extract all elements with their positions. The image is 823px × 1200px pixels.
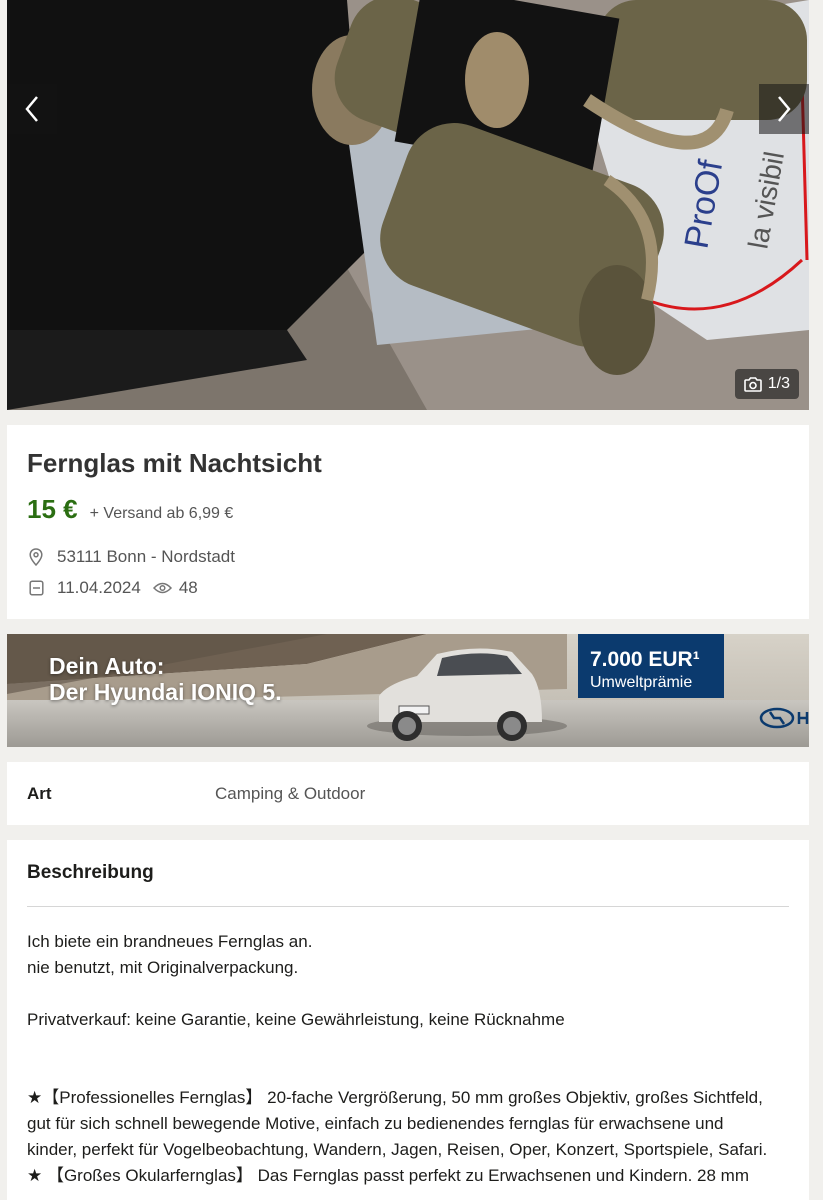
description-line: ★【Professionelles Fernglas】 20-fache Ver… [27, 1088, 763, 1107]
promo-amount: 7.000 EUR¹ [590, 648, 700, 671]
ad-banner[interactable]: Dein Auto: Der Hyundai IONIQ 5. 7.000 EU… [7, 634, 809, 747]
ad-headline: Dein Auto: Der Hyundai IONIQ 5. [49, 653, 282, 705]
calendar-icon [27, 579, 45, 597]
shipping-info: + Versand ab 6,99 € [89, 505, 234, 522]
description-line: kinder, perfekt für Vogelbeobachtung, Wa… [27, 1140, 768, 1159]
date-views-row: 11.04.2024 48 [27, 578, 198, 598]
ad-headline-line-1: Dein Auto: [49, 653, 165, 679]
product-photo: ProOf la visibil [7, 0, 809, 410]
price: 15 € [27, 494, 78, 524]
views-counter: 48 [153, 578, 198, 598]
chevron-left-icon [25, 96, 38, 122]
description-line: gut für sich schnell bewegende Motive, e… [27, 1114, 724, 1133]
description-line: nie benutzt, mit Originalverpackung. [27, 958, 299, 977]
next-image-button[interactable] [759, 84, 809, 134]
promo-label: Umweltprämie [590, 674, 693, 691]
eye-icon [153, 579, 173, 597]
description-heading: Beschreibung [27, 862, 154, 883]
promo-badge: 7.000 EUR¹ Umweltprämie [578, 634, 724, 698]
price-row: 15 € + Versand ab 6,99 € [27, 494, 233, 525]
listing-info-card: Fernglas mit Nachtsicht 15 € + Versand a… [7, 425, 809, 619]
previous-image-button[interactable] [7, 84, 57, 134]
description-line: Privatverkauf: keine Garantie, keine Gew… [27, 1010, 565, 1029]
location-pin-icon [27, 548, 45, 566]
attributes-card: Art Camping & Outdoor [7, 762, 809, 825]
divider [27, 906, 789, 907]
camera-icon [743, 376, 762, 392]
location-row[interactable]: 53111 Bonn - Nordstadt [27, 547, 235, 567]
chevron-right-icon [778, 96, 791, 122]
image-gallery[interactable]: ProOf la visibil 1/3 [7, 0, 809, 410]
image-counter-text: 1/3 [767, 375, 790, 392]
location-text: 53111 Bonn - Nordstadt [57, 547, 235, 566]
attribute-key: Art [27, 784, 52, 803]
listing-title: Fernglas mit Nachtsicht [27, 448, 322, 478]
description-line: ★ 【Großes Okularfernglas】 Das Fernglas p… [27, 1166, 749, 1185]
listing-date: 11.04.2024 [57, 578, 141, 597]
description-line: Ich biete ein brandneues Fernglas an. [27, 932, 313, 951]
description-text: Ich biete ein brandneues Fernglas an. ni… [27, 929, 792, 1189]
image-counter[interactable]: 1/3 [734, 369, 799, 399]
attribute-value: Camping & Outdoor [215, 784, 366, 803]
ad-headline-line-2: Der Hyundai IONIQ 5. [49, 679, 282, 705]
hyundai-logo-icon [759, 707, 809, 729]
description-card: Beschreibung Ich biete ein brandneues Fe… [7, 840, 809, 1200]
views-count: 48 [178, 578, 198, 597]
